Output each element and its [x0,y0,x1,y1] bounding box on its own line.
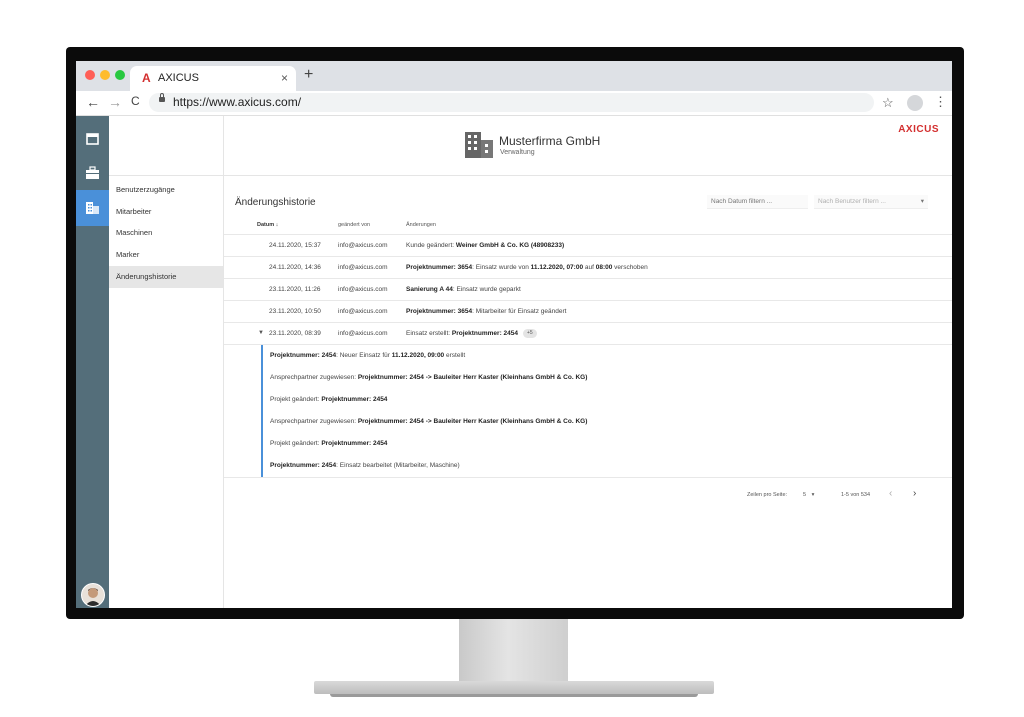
rows-per-page-select[interactable]: 5 ▾ [803,492,814,498]
monitor-stand-base [314,681,714,694]
company-header: Musterfirma GmbH Verwaltung AXICUS [224,116,952,176]
main-content: Musterfirma GmbH Verwaltung AXICUS Änder… [224,116,952,608]
axicus-logo-icon: A [142,71,151,85]
table-row[interactable]: 23.11.2020, 10:50 info@axicus.com Projek… [224,300,952,323]
url-field[interactable]: https://www.axicus.com/ [149,93,874,112]
window-close-dot[interactable] [85,70,95,80]
sidebar: Benutzerzugänge Mitarbeiter Maschinen Ma… [109,116,224,608]
table-row[interactable]: 24.11.2020, 14:36 info@axicus.com Projek… [224,256,952,279]
lock-icon [159,93,165,102]
rail-item-company[interactable] [76,190,109,226]
row-user: info@axicus.com [338,264,388,271]
row-date: 24.11.2020, 14:36 [269,264,321,271]
column-changes: Änderungen [406,222,436,228]
company-name: Musterfirma GmbH [499,134,601,148]
table-row[interactable]: 23.11.2020, 11:26 info@axicus.com Sanier… [224,278,952,301]
building-icon [465,132,493,158]
row-date: 23.11.2020, 10:50 [269,308,321,315]
rows-per-page-value: 5 [803,492,807,498]
browser-menu-icon[interactable]: ⋮ [934,94,947,110]
detail-item: Ansprechpartner zugewiesen: Projektnumme… [270,418,588,425]
row-change: Kunde geändert: Weiner GmbH & Co. KG (48… [406,242,565,249]
row-change: Projektnummer: 3654: Mitarbeiter für Ein… [406,308,567,315]
rail-item-calendar[interactable] [76,122,109,158]
avatar[interactable] [81,583,105,607]
sidebar-item-aenderungshistorie[interactable]: Änderungshistorie [109,266,223,288]
user-avatar-icon [85,588,101,606]
brand-logo: AXICUS [898,124,939,135]
icon-rail [76,116,109,608]
monitor-stand-shadow [330,694,698,697]
company-subtitle: Verwaltung [500,149,535,156]
briefcase-icon [86,166,99,179]
sidebar-item-benutzerzugaenge[interactable]: Benutzerzugänge [109,179,223,201]
building-icon [86,202,99,214]
prev-page-button[interactable]: ‹ [889,488,892,499]
rail-item-briefcase[interactable] [76,156,109,192]
browser-tab[interactable]: A AXICUS × [130,66,296,91]
app: Benutzerzugänge Mitarbeiter Maschinen Ma… [76,116,952,608]
row-change: Sanierung A 44: Einsatz wurde geparkt [406,286,521,293]
browser-address-bar: ← → C https://www.axicus.com/ ☆ ⋮ [76,91,952,116]
chevron-down-icon: ▾ [811,492,815,498]
screen: A AXICUS × + ← → C https://www.axicus.co… [76,61,952,608]
user-filter-select[interactable]: Nach Benutzer filtern ... ▾ [814,195,928,209]
row-date: 24.11.2020, 15:37 [269,242,321,249]
expand-arrow-icon[interactable]: ▼ [258,330,264,336]
profile-avatar-icon[interactable] [907,95,923,111]
bookmark-star-icon[interactable]: ☆ [882,95,894,111]
rows-per-page-label: Zeilen pro Seite: [747,492,788,498]
chevron-down-icon: ▾ [920,198,924,205]
close-icon[interactable]: × [281,71,288,85]
column-changed-by: geändert von [338,222,371,228]
date-filter-input[interactable] [707,195,808,209]
column-date-label: Datum [257,222,275,228]
monitor-stand-neck [459,619,568,681]
browser-tab-bar: A AXICUS × + [76,61,952,91]
page-title: Änderungshistorie [235,197,316,208]
sidebar-item-marker[interactable]: Marker [109,244,223,266]
row-change: Projektnummer: 3654: Einsatz wurde von 1… [406,264,648,271]
new-tab-button[interactable]: + [304,66,313,84]
sidebar-item-maschinen[interactable]: Maschinen [109,222,223,244]
detail-item: Projekt geändert: Projektnummer: 2454 [270,440,388,447]
calendar-icon [86,133,99,145]
pagination-range: 1-5 von 534 [841,492,871,498]
back-button[interactable]: ← [86,94,100,110]
row-user: info@axicus.com [338,330,388,337]
detail-item: Ansprechpartner zugewiesen: Projektnumme… [270,374,588,381]
window-minimize-dot[interactable] [100,70,110,80]
column-date[interactable]: Datum ↓ [257,222,278,228]
table-header: Datum ↓ geändert von Änderungen [224,220,952,234]
sort-arrow-icon: ↓ [275,222,279,228]
row-user: info@axicus.com [338,286,388,293]
row-date: 23.11.2020, 08:39 [269,330,321,337]
tab-title: AXICUS [158,72,199,84]
reload-button[interactable]: C [131,94,140,108]
detail-item: Projekt geändert: Projektnummer: 2454 [270,396,388,403]
more-badge[interactable]: +5 [523,329,537,338]
url-text: https://www.axicus.com/ [173,95,302,109]
sidebar-header [109,116,223,176]
row-change: Einsatz erstellt: Projektnummer: 2454 +5 [406,329,537,338]
window-maximize-dot[interactable] [115,70,125,80]
row-date: 23.11.2020, 11:26 [269,286,321,293]
forward-button[interactable]: → [108,94,122,110]
detail-item: Projektnummer: 2454: Neuer Einsatz für 1… [270,352,466,359]
row-user: info@axicus.com [338,242,388,249]
table-row[interactable]: 24.11.2020, 15:37 info@axicus.com Kunde … [224,234,952,257]
expanded-indicator [261,345,263,477]
table-row-expanded[interactable]: ▼ 23.11.2020, 08:39 info@axicus.com Eins… [224,322,952,345]
expanded-details: Projektnummer: 2454: Neuer Einsatz für 1… [224,344,952,478]
detail-item: Projektnummer: 2454: Einsatz bearbeitet … [270,462,460,469]
sidebar-item-mitarbeiter[interactable]: Mitarbeiter [109,201,223,223]
row-user: info@axicus.com [338,308,388,315]
next-page-button[interactable]: › [913,488,916,499]
user-filter-placeholder: Nach Benutzer filtern ... [818,198,886,205]
